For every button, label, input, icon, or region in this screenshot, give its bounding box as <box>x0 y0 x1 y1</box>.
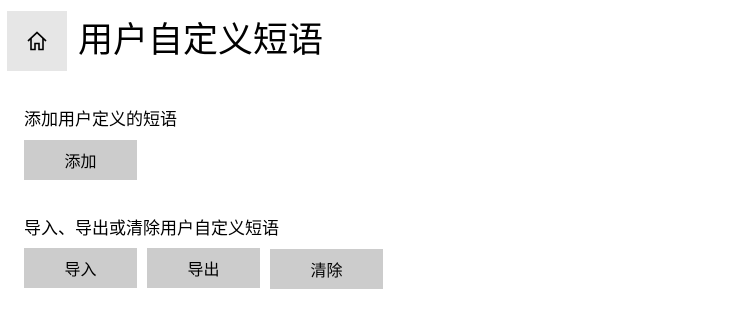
page-title: 用户自定义短语 <box>78 21 324 61</box>
export-button[interactable]: 导出 <box>147 248 260 288</box>
add-section-label: 添加用户定义的短语 <box>24 110 177 130</box>
clear-button[interactable]: 清除 <box>270 249 383 289</box>
manage-section-label: 导入、导出或清除用户自定义短语 <box>24 219 279 239</box>
home-button[interactable] <box>7 11 67 71</box>
import-button[interactable]: 导入 <box>24 248 137 288</box>
add-button[interactable]: 添加 <box>24 140 137 180</box>
home-icon <box>26 30 48 52</box>
